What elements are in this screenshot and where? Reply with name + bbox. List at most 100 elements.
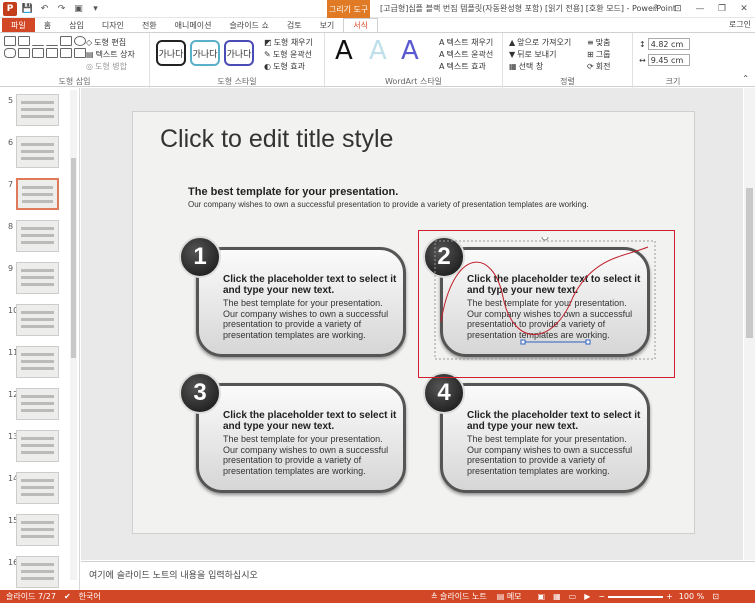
tab-review[interactable]: 검토 [278, 18, 311, 32]
slide-thumbnail[interactable]: 11 [2, 346, 77, 384]
slide-thumbnail[interactable]: 9 [2, 262, 77, 300]
zoom-level[interactable]: 100 % [679, 592, 704, 601]
thumbnail-image[interactable] [16, 136, 59, 168]
freeform-curve-selection[interactable] [433, 237, 663, 367]
brace-shape-icon[interactable] [60, 48, 72, 58]
tab-animations[interactable]: 애니메이션 [166, 18, 221, 32]
group-button[interactable]: ⊞ 그룹 [587, 48, 610, 60]
wordart-sample[interactable]: A [401, 36, 419, 66]
rectangle-shape-icon[interactable] [18, 36, 30, 46]
shape-effects-button[interactable]: ◐ 도형 효과 [264, 60, 313, 72]
spell-check-icon[interactable]: ✔ [64, 592, 71, 601]
slide-thumbnail[interactable]: 8 [2, 220, 77, 258]
line-shape-icon[interactable] [46, 36, 58, 46]
tab-home[interactable]: 홈 [35, 18, 60, 32]
shape-style-sample[interactable]: 가나다 [190, 40, 220, 66]
notes-toggle[interactable]: ≙ 슬라이드 노트 [431, 591, 487, 602]
tab-slideshow[interactable]: 슬라이드 쇼 [220, 18, 277, 32]
text-outline-button[interactable]: A 텍스트 윤곽선 [439, 48, 493, 60]
slide-thumbnail[interactable]: 6 [2, 136, 77, 174]
content-card-1[interactable]: Click the placeholder text to select it … [196, 247, 406, 357]
thumbnail-scrollbar[interactable] [70, 90, 77, 580]
shape-fill-button[interactable]: ◩ 도형 채우기 [264, 36, 313, 48]
slide-thumbnail[interactable]: 10 [2, 304, 77, 342]
content-card-4[interactable]: Click the placeholder text to select it … [440, 383, 650, 493]
edit-shape-button[interactable]: ◇ 도형 편집 [86, 36, 135, 48]
slide-thumbnail[interactable]: 15 [2, 514, 77, 552]
oval-shape-icon[interactable] [74, 36, 86, 46]
card-heading[interactable]: Click the placeholder text to select it … [223, 410, 403, 432]
card-heading[interactable]: Click the placeholder text to select it … [223, 274, 403, 296]
wordart-sample[interactable]: A [335, 36, 353, 66]
thumbnail-image[interactable] [16, 430, 59, 462]
thumbnail-image[interactable] [16, 556, 59, 588]
collapse-ribbon-icon[interactable]: ⌃ [742, 74, 749, 83]
tab-file[interactable]: 파일 [2, 18, 35, 32]
thumbnail-image[interactable] [16, 220, 59, 252]
tab-insert[interactable]: 삽입 [60, 18, 93, 32]
content-card-3[interactable]: Click the placeholder text to select it … [196, 383, 406, 493]
tab-view[interactable]: 보기 [311, 18, 344, 32]
line-shape-icon[interactable] [32, 36, 44, 46]
scrollbar-thumb[interactable] [746, 188, 753, 338]
slideshow-view-icon[interactable]: ▶ [584, 592, 590, 601]
shape-height-input[interactable]: 4.82 cm [647, 38, 690, 50]
minimize-button[interactable]: — [689, 0, 711, 18]
slide-sorter-icon[interactable]: ▦ [553, 592, 561, 601]
slide-thumbnail[interactable]: 7 [2, 178, 77, 216]
thumbnail-image[interactable] [16, 262, 59, 294]
slide-thumbnail[interactable]: 12 [2, 388, 77, 426]
slide-thumbnail[interactable]: 14 [2, 472, 77, 510]
redo-icon[interactable]: ↷ [55, 3, 68, 16]
customize-icon[interactable]: ▾ [89, 3, 102, 16]
undo-icon[interactable]: ↶ [38, 3, 51, 16]
text-fill-button[interactable]: A 텍스트 채우기 [439, 36, 493, 48]
tab-format[interactable]: 서식 [343, 18, 379, 32]
rounded-rect-shape-icon[interactable] [4, 48, 16, 58]
thumbnail-image[interactable] [16, 304, 59, 336]
language-indicator[interactable]: 한국어 [79, 591, 101, 602]
shape-outline-button[interactable]: ✎ 도형 윤곽선 [264, 48, 313, 60]
reading-view-icon[interactable]: ▭ [569, 592, 577, 601]
powerpoint-icon[interactable]: P [3, 2, 17, 16]
fit-slide-icon[interactable]: ⊡ [712, 592, 719, 601]
rectangle-shape-icon[interactable] [60, 36, 72, 46]
zoom-in-icon[interactable]: + [666, 592, 673, 601]
shapes-gallery[interactable] [4, 36, 86, 58]
thumbnail-image[interactable] [16, 514, 59, 546]
start-slideshow-icon[interactable]: ▣ [72, 3, 85, 16]
text-box-button[interactable]: ▤ 텍스트 상자 [86, 48, 135, 60]
shape-width-input[interactable]: 9.45 cm [647, 54, 690, 66]
thumbnail-image[interactable] [16, 472, 59, 504]
restore-button[interactable]: ❐ [711, 0, 733, 18]
slide-thumbnail[interactable]: 16 [2, 556, 77, 594]
slide-subtext[interactable]: Our company wishes to own a successful p… [188, 200, 589, 209]
text-effects-button[interactable]: A 텍스트 효과 [439, 60, 493, 72]
shape-style-sample[interactable]: 가나다 [224, 40, 254, 66]
bezier-handle[interactable] [520, 339, 526, 345]
canvas-scrollbar[interactable] [744, 88, 755, 560]
merge-shapes-button[interactable]: ◎ 도형 병합 [86, 60, 135, 72]
normal-view-icon[interactable]: ▣ [538, 592, 546, 601]
save-icon[interactable]: 💾 [21, 3, 34, 16]
zoom-slider[interactable] [608, 595, 664, 598]
wordart-sample[interactable]: A [369, 36, 387, 66]
thumbnail-image[interactable] [16, 346, 59, 378]
bezier-handle[interactable] [585, 339, 591, 345]
card-body[interactable]: The best template for your presentation.… [223, 434, 393, 476]
login-link[interactable]: 로그인 [729, 19, 751, 30]
send-backward-button[interactable]: ▼ 뒤로 보내기 [509, 48, 571, 60]
rotate-handle[interactable] [541, 237, 549, 241]
help-button[interactable]: ? [645, 0, 667, 18]
selection-pane-button[interactable]: ▦ 선택 창 [509, 60, 571, 72]
triangle-shape-icon[interactable] [18, 48, 30, 58]
bring-forward-button[interactable]: ▲ 앞으로 가져오기 [509, 36, 571, 48]
thumbnail-image[interactable] [16, 94, 59, 126]
ribbon-display-icon[interactable]: ⊡ [667, 0, 689, 18]
thumbnail-image[interactable] [16, 178, 59, 210]
tab-transitions[interactable]: 전환 [133, 18, 166, 32]
slide-subheading[interactable]: The best template for your presentation. [188, 186, 398, 198]
rectangle-shape-icon[interactable] [4, 36, 16, 46]
tab-design[interactable]: 디자인 [93, 18, 133, 32]
card-heading[interactable]: Click the placeholder text to select it … [467, 410, 647, 432]
